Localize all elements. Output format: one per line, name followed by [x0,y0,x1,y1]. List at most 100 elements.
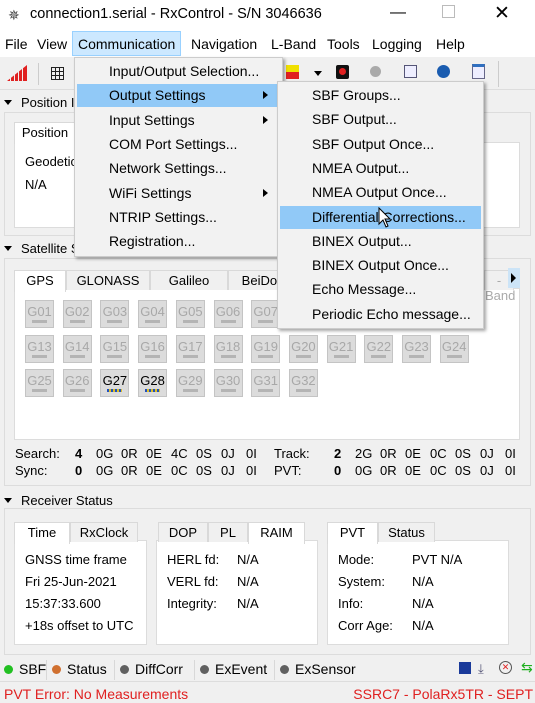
menu-item[interactable]: Echo Message... [280,278,481,301]
signal-bar [182,354,198,358]
tab-galileo[interactable]: Galileo [150,270,228,290]
record-icon[interactable] [336,65,349,79]
satellite-tile[interactable]: G15 [100,334,130,363]
satellite-tile[interactable]: G05 [175,300,205,328]
satellite-tile[interactable]: G16 [138,334,168,363]
satellite-tile[interactable]: G29 [175,369,205,397]
tab-rxclock[interactable]: RxClock [70,522,138,542]
menu-item[interactable]: SBF Output... [280,108,481,131]
menu-item[interactable]: Network Settings... [77,157,280,180]
color-icon[interactable] [286,65,299,79]
satellite-tile[interactable]: G27 [100,369,130,397]
satellite-icon[interactable] [370,66,381,77]
tab-position[interactable]: Position [14,122,76,144]
satellite-tile[interactable]: G28 [138,369,168,397]
tab-gps[interactable]: GPS [14,270,66,292]
search-icon[interactable] [437,65,450,78]
signal-icon[interactable] [7,65,27,81]
sync-count: 0J [221,463,235,478]
satellite-id: G20 [291,338,316,354]
satellite-tile[interactable]: G31 [251,369,281,397]
search-count: 0R [121,446,138,461]
indicator-diffcorr[interactable]: DiffCorr [135,661,183,677]
tab-time[interactable]: Time [14,522,70,544]
satellite-tile[interactable]: G04 [138,300,168,328]
stop-icon[interactable]: ✕ [499,661,512,674]
satellite-tile[interactable]: G25 [25,369,54,397]
satellite-tile[interactable]: G06 [213,300,243,328]
menu-item[interactable]: Periodic Echo message... [280,303,481,326]
collapse-icon[interactable] [4,498,12,503]
receiver-section-header[interactable]: Receiver Status [21,493,113,508]
satellite-tile[interactable]: G20 [288,334,318,363]
menu-help[interactable]: Help [436,36,465,52]
menu-item[interactable]: NTRIP Settings... [77,206,280,229]
satellite-tile[interactable]: G32 [288,369,318,397]
pvt-count: 0G [355,463,373,478]
collapse-icon[interactable] [4,246,12,251]
tab-pl[interactable]: PL [208,522,248,542]
satellite-tile[interactable]: G26 [62,369,92,397]
indicator-exevent[interactable]: ExEvent [215,661,267,677]
menu-view[interactable]: View [37,36,67,52]
menu-navigation[interactable]: Navigation [191,36,257,52]
menu-item[interactable]: NMEA Output Once... [280,181,481,204]
tab-dop[interactable]: DOP [158,522,208,542]
download-icon[interactable]: ⤓ [478,661,484,677]
satellite-tile[interactable]: G23 [402,334,431,363]
menu-item-label: SBF Groups... [312,87,401,103]
satellite-tile[interactable]: G17 [175,334,205,363]
satellite-tile[interactable]: G01 [25,300,54,328]
satellite-tile[interactable]: G02 [62,300,92,328]
signal-bar [409,354,424,358]
satellite-tile[interactable]: G13 [25,334,54,363]
satellite-tile[interactable]: G03 [100,300,130,328]
menu-item[interactable]: Output Settings [77,84,280,108]
satellite-tile[interactable]: G22 [364,334,394,363]
track-count: 0R [380,446,397,461]
menu-item[interactable]: WiFi Settings [77,182,280,205]
save-icon[interactable] [459,662,471,674]
menu-item[interactable]: BINEX Output... [280,230,481,253]
collapse-icon[interactable] [4,100,12,105]
menu-tools[interactable]: Tools [327,36,360,52]
satellite-tile[interactable]: G30 [213,369,243,397]
menu-item[interactable]: NMEA Output... [280,157,481,180]
menu-item[interactable]: BINEX Output Once... [280,254,481,277]
indicator-exsensor[interactable]: ExSensor [295,661,356,677]
dropdown-icon[interactable] [314,71,322,76]
signal-bar [258,354,274,358]
minimize-button[interactable]: — [390,4,406,22]
menu-item[interactable]: SBF Output Once... [280,133,481,156]
maximize-button[interactable] [442,5,455,18]
satellite-tile[interactable]: G07 [251,300,281,328]
satellite-section-header[interactable]: Satellite S [21,241,80,256]
satellite-tile[interactable]: G24 [439,334,469,363]
satellite-tile[interactable]: G21 [326,334,356,363]
satellite-tile[interactable]: G19 [251,334,281,363]
tab-raim[interactable]: RAIM [248,522,305,544]
menu-item[interactable]: Registration... [77,230,280,253]
satellite-tile[interactable]: G18 [213,334,243,363]
menu-item[interactable]: Input/Output Selection... [77,60,280,83]
window-icon[interactable] [472,64,485,79]
menu-logging[interactable]: Logging [372,36,422,52]
position-section-header[interactable]: Position I [21,95,74,110]
tab-glonass[interactable]: GLONASS [66,270,150,290]
connection-icon[interactable]: ⇆ [521,659,533,676]
satellite-tile[interactable]: G14 [62,334,92,363]
menu-item[interactable]: Input Settings [77,109,280,132]
tab-status[interactable]: Status [378,522,435,542]
menu-l-band[interactable]: L-Band [271,36,316,52]
menu-file[interactable]: File [5,36,28,52]
tab-pvt[interactable]: PVT [327,522,378,544]
menu-communication[interactable]: Communication [72,31,182,56]
track-label: Track: [274,446,310,461]
chart-icon[interactable] [404,65,417,78]
menu-item[interactable]: SBF Groups... [280,84,481,107]
close-button[interactable]: ✕ [494,2,510,25]
indicator-sbf[interactable]: SBF [19,661,46,677]
menu-item[interactable]: COM Port Settings... [77,133,280,156]
indicator-status[interactable]: Status [67,661,107,677]
grid-icon[interactable] [51,67,64,80]
